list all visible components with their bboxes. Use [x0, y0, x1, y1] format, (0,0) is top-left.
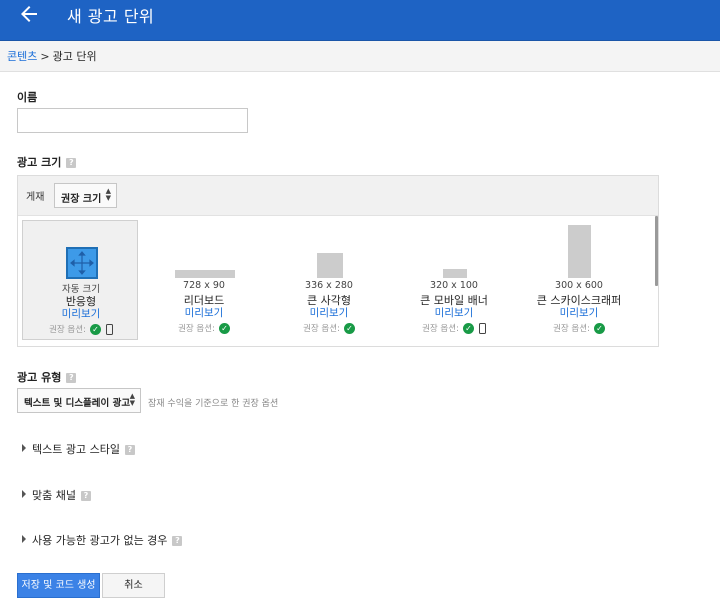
resize-arrows-icon [66, 247, 98, 279]
preview-link[interactable]: 미리보기 [146, 305, 262, 320]
preview-link[interactable]: 미리보기 [23, 306, 139, 321]
breadcrumb-current: 광고 단위 [52, 50, 97, 63]
expander-backup-ads[interactable]: 사용 가능한 광고가 없는 경우? [22, 532, 183, 548]
ad-size-card-large-skyscraper[interactable]: 300 x 600 큰 스카이스크래퍼 미리보기 권장 옵션: ✓ [521, 220, 637, 340]
recommended-label: 권장 옵션: [178, 324, 215, 334]
breadcrumb-link-content[interactable]: 콘텐츠 [7, 50, 37, 63]
help-icon[interactable]: ? [66, 373, 77, 383]
ad-type-heading: 광고 유형? [17, 369, 77, 385]
help-icon[interactable]: ? [172, 536, 183, 546]
expander-text-ad-style[interactable]: 텍스트 광고 스타일? [22, 441, 135, 457]
app-header: 새 광고 단위 [0, 0, 720, 41]
ad-size-label: 광고 크기 [17, 156, 62, 169]
ad-size-shape [175, 270, 235, 278]
help-icon[interactable]: ? [124, 445, 135, 455]
ad-type-select-value: 텍스트 및 디스플레이 광고 [24, 398, 131, 409]
triangle-right-icon [22, 444, 26, 452]
check-circle-icon: ✓ [343, 323, 355, 334]
select-arrows-icon: ▲ ▼ [129, 392, 135, 407]
help-icon[interactable]: ? [66, 158, 77, 168]
save-and-get-code-button[interactable]: 저장 및 코드 생성 [17, 573, 100, 598]
check-circle-icon: ✓ [89, 324, 101, 335]
check-circle-icon: ✓ [218, 323, 230, 334]
select-arrows-icon: ▲ ▼ [105, 187, 111, 202]
scrollbar[interactable] [655, 216, 658, 286]
ad-size-toolbar: 게재 권장 크기 ▲ ▼ [18, 176, 658, 216]
ad-type-label: 광고 유형 [17, 371, 62, 384]
recommended-label: 권장 옵션: [49, 325, 86, 335]
ad-size-shape [568, 225, 591, 278]
check-circle-icon: ✓ [462, 323, 474, 334]
page-title: 새 광고 단위 [67, 7, 155, 26]
ad-size-dims: 336 x 280 [305, 280, 353, 291]
display-size-select[interactable]: 권장 크기 ▲ ▼ [54, 183, 117, 208]
recommended-row: 권장 옵션: ✓ [396, 322, 512, 334]
recommended-label: 권장 옵션: [553, 324, 590, 334]
ad-size-card-large-rectangle[interactable]: 336 x 280 큰 사각형 미리보기 권장 옵션: ✓ [271, 220, 387, 340]
ad-size-heading: 광고 크기? [17, 154, 77, 170]
preview-link[interactable]: 미리보기 [396, 305, 512, 320]
recommended-label: 권장 옵션: [422, 324, 459, 334]
ad-size-shape [443, 269, 467, 278]
name-input[interactable] [17, 108, 248, 133]
display-size-select-value: 권장 크기 [61, 194, 102, 205]
display-label: 게재 [26, 192, 45, 203]
expander-label: 텍스트 광고 스타일 [32, 443, 120, 456]
ad-size-dims: 300 x 600 [555, 280, 603, 291]
mobile-phone-icon [105, 324, 113, 335]
ad-size-dims: 320 x 100 [430, 280, 478, 291]
recommended-row: 권장 옵션: ✓ [146, 322, 262, 334]
recommended-row: 권장 옵션: ✓ [271, 322, 387, 334]
breadcrumb-separator: > [40, 50, 50, 63]
ad-size-panel: 게재 권장 크기 ▲ ▼ 자동 크기 반응형 미리보기 권장 옵션: ✓ 728 x… [17, 175, 659, 347]
mobile-phone-icon [478, 323, 486, 334]
recommended-row: 권장 옵션: ✓ [23, 323, 139, 335]
ad-type-note: 잠재 수익을 기준으로 한 권장 옵션 [148, 399, 279, 409]
help-icon[interactable]: ? [80, 491, 91, 501]
breadcrumb: 콘텐츠 > 광고 단위 [0, 41, 720, 72]
expander-label: 맞춤 채널 [32, 489, 76, 502]
ad-type-select[interactable]: 텍스트 및 디스플레이 광고 ▲ ▼ [17, 388, 141, 413]
ad-size-shape [317, 253, 343, 278]
cancel-button[interactable]: 취소 [102, 573, 165, 598]
ad-size-card-responsive[interactable]: 자동 크기 반응형 미리보기 권장 옵션: ✓ [22, 220, 138, 340]
ad-size-dims: 728 x 90 [183, 280, 225, 291]
recommended-label: 권장 옵션: [303, 324, 340, 334]
triangle-right-icon [22, 535, 26, 543]
expander-custom-channels[interactable]: 맞춤 채널? [22, 487, 91, 503]
ad-size-card-leaderboard[interactable]: 728 x 90 리더보드 미리보기 권장 옵션: ✓ [146, 220, 262, 340]
arrow-left-icon[interactable] [17, 2, 41, 26]
check-circle-icon: ✓ [593, 323, 605, 334]
recommended-row: 권장 옵션: ✓ [521, 322, 637, 334]
expander-label: 사용 가능한 광고가 없는 경우 [32, 534, 168, 547]
preview-link[interactable]: 미리보기 [521, 305, 637, 320]
name-label: 이름 [17, 91, 38, 104]
preview-link[interactable]: 미리보기 [271, 305, 387, 320]
ad-size-card-large-mobile-banner[interactable]: 320 x 100 큰 모바일 배너 미리보기 권장 옵션: ✓ [396, 220, 512, 340]
triangle-right-icon [22, 490, 26, 498]
